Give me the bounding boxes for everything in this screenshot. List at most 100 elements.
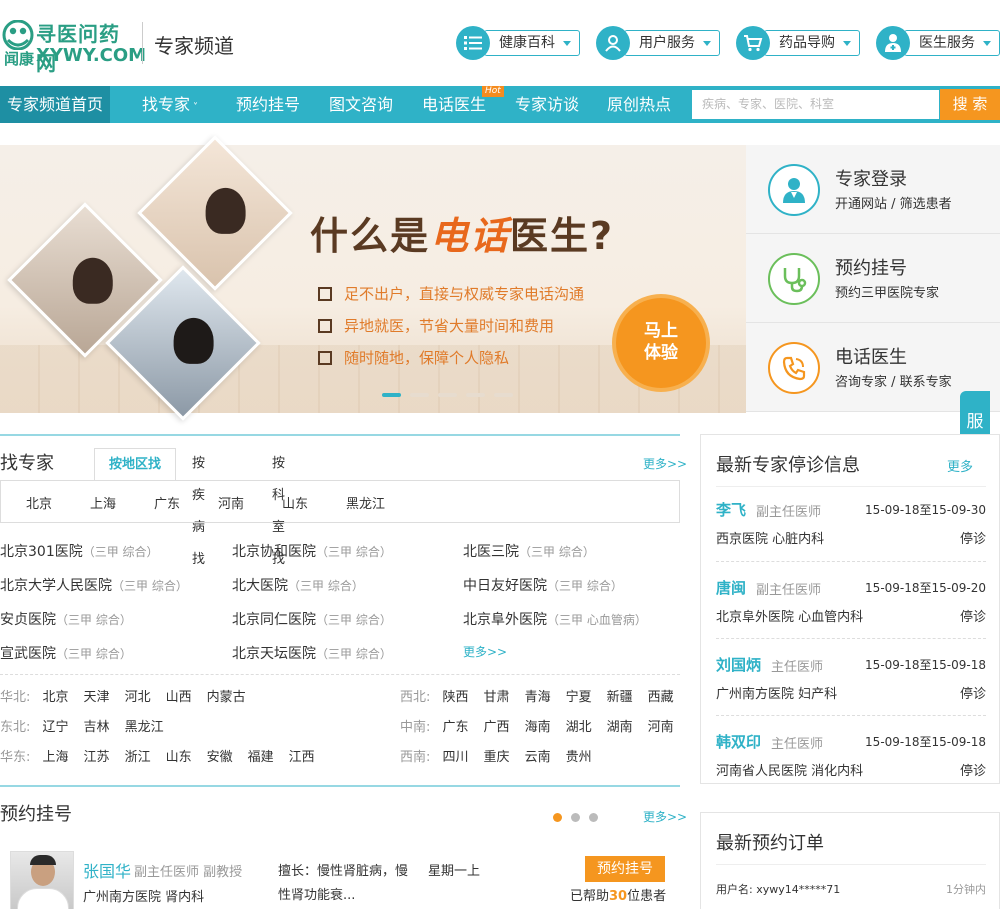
doctor-avatar[interactable] xyxy=(10,851,74,909)
area-city[interactable]: 海南 xyxy=(525,720,551,735)
quick-link-expert-login[interactable]: 专家登录 开通网站 / 筛选患者 xyxy=(746,145,1000,234)
nav-phone-doctor[interactable]: 电话医生 Hot xyxy=(422,86,504,123)
slider-dot[interactable] xyxy=(553,813,562,822)
find-more-link[interactable]: 更多>> xyxy=(643,455,687,472)
nav-find-expert[interactable]: 找专家 ˅ xyxy=(142,86,198,123)
helped-post: 位患者 xyxy=(627,889,667,904)
cta-line2: 体验 xyxy=(644,343,678,363)
menu-drug-shopping-button[interactable]: 药品导购 xyxy=(764,30,860,56)
area-city[interactable]: 广东 xyxy=(443,720,469,735)
search-button[interactable]: 搜 索 xyxy=(940,89,1000,120)
hospital-link[interactable]: 北京大学人民医院（三甲 综合） xyxy=(0,575,188,595)
area-city[interactable]: 福建 xyxy=(248,750,274,765)
area-city[interactable]: 青海 xyxy=(525,690,551,705)
tab-by-department[interactable]: 按科室找 xyxy=(272,448,285,567)
region-item[interactable]: 广东 xyxy=(154,493,180,512)
area-city[interactable]: 宁夏 xyxy=(566,690,592,705)
area-city[interactable]: 西藏 xyxy=(648,690,674,705)
area-city[interactable]: 浙江 xyxy=(125,750,151,765)
hospital-link[interactable]: 北京天坛医院（三甲 综合） xyxy=(232,643,392,663)
hospital-link[interactable]: 北京同仁医院（三甲 综合） xyxy=(232,609,392,629)
hospital-link[interactable]: 北大医院（三甲 综合） xyxy=(232,575,364,595)
quick-link-appointment[interactable]: 预约挂号 预约三甲医院专家 xyxy=(746,234,1000,323)
appointment-more-link[interactable]: 更多>> xyxy=(643,808,687,825)
area-city[interactable]: 辽宁 xyxy=(43,720,69,735)
stop-doctor-name[interactable]: 李飞 xyxy=(716,499,746,520)
hospital-link[interactable]: 北医三院（三甲 综合） xyxy=(463,541,595,561)
hospital-link[interactable]: 北京阜外医院（三甲 心血管病） xyxy=(463,609,647,629)
doctor-name[interactable]: 张国华 xyxy=(83,858,131,882)
hospital-link[interactable]: 中日友好医院（三甲 综合） xyxy=(463,575,623,595)
site-logo[interactable]: 寻医问药网 闻康 XYWY.COM xyxy=(2,18,146,75)
hospital-name: 北医三院 xyxy=(463,544,519,560)
appointment-title: 预约挂号 xyxy=(0,804,72,825)
area-city[interactable]: 河北 xyxy=(125,690,151,705)
banner-dot[interactable] xyxy=(382,393,401,397)
banner-dot[interactable] xyxy=(494,393,513,397)
area-city[interactable]: 北京 xyxy=(43,690,69,705)
banner-dot[interactable] xyxy=(438,393,457,397)
banner-dot[interactable] xyxy=(466,393,485,397)
menu-health-wiki-button[interactable]: 健康百科 xyxy=(484,30,580,56)
quick-link-title: 专家登录 xyxy=(835,169,907,190)
hospital-link[interactable]: 宣武医院（三甲 综合） xyxy=(0,643,132,663)
area-city[interactable]: 四川 xyxy=(443,750,469,765)
stop-info-more-link[interactable]: 更多 xyxy=(947,456,973,475)
area-city[interactable]: 贵州 xyxy=(566,750,592,765)
area-city[interactable]: 河南 xyxy=(648,720,674,735)
menu-doctor-service-button[interactable]: 医生服务 xyxy=(904,30,1000,56)
area-city[interactable]: 江苏 xyxy=(84,750,110,765)
nav-appointment[interactable]: 预约挂号 xyxy=(236,86,300,123)
area-city[interactable]: 广西 xyxy=(484,720,510,735)
nav-expert-interview[interactable]: 专家访谈 xyxy=(515,86,579,123)
latest-orders-title: 最新预约订单 xyxy=(716,833,824,854)
area-city[interactable]: 黑龙江 xyxy=(125,720,164,735)
region-item[interactable]: 黑龙江 xyxy=(346,493,385,512)
area-city[interactable]: 云南 xyxy=(525,750,551,765)
area-city[interactable]: 甘肃 xyxy=(484,690,510,705)
area-city[interactable]: 重庆 xyxy=(484,750,510,765)
book-appointment-button[interactable]: 预约挂号 xyxy=(585,856,665,882)
tab-by-disease[interactable]: 按疾病找 xyxy=(192,448,205,567)
area-city[interactable]: 吉林 xyxy=(84,720,110,735)
area-city[interactable]: 上海 xyxy=(43,750,69,765)
area-city[interactable]: 江西 xyxy=(289,750,315,765)
area-city[interactable]: 湖北 xyxy=(566,720,592,735)
stop-doctor-rank: 副主任医师 xyxy=(756,505,822,520)
tab-by-region[interactable]: 按地区找 xyxy=(94,448,176,481)
divider xyxy=(716,638,986,639)
search-input[interactable]: 疾病、专家、医院、科室 xyxy=(691,89,940,120)
slider-dot[interactable] xyxy=(589,813,598,822)
area-city[interactable]: 天津 xyxy=(84,690,110,705)
more-hospitals-link[interactable]: 更多>> xyxy=(463,643,507,660)
hospital-link[interactable]: 安贞医院（三甲 综合） xyxy=(0,609,132,629)
area-city[interactable]: 安徽 xyxy=(207,750,233,765)
slider-dot[interactable] xyxy=(571,813,580,822)
quick-link-subtitle: 开通网站 / 筛选患者 xyxy=(835,197,952,212)
area-city[interactable]: 新疆 xyxy=(607,690,633,705)
banner-dot[interactable] xyxy=(410,393,429,397)
menu-user-service-button[interactable]: 用户服务 xyxy=(624,30,720,56)
area-city[interactable]: 山西 xyxy=(166,690,192,705)
banner-title-accent: 电话 xyxy=(430,214,511,258)
stop-doctor-name[interactable]: 唐闽 xyxy=(716,577,746,598)
region-item[interactable]: 上海 xyxy=(90,493,116,512)
region-item[interactable]: 北京 xyxy=(26,493,52,512)
nav-text-consult[interactable]: 图文咨询 xyxy=(329,86,393,123)
menu-label: 医生服务 xyxy=(919,35,975,51)
area-city[interactable]: 陕西 xyxy=(443,690,469,705)
stop-info-title: 最新专家停诊信息 xyxy=(716,455,860,476)
nav-expert-home[interactable]: 专家频道首页 xyxy=(0,86,111,123)
hospital-link[interactable]: 北京301医院（三甲 综合） xyxy=(0,541,159,561)
nav-original-hot[interactable]: 原创热点 xyxy=(607,86,671,123)
stop-doctor-name[interactable]: 韩双印 xyxy=(716,731,761,752)
region-item[interactable]: 山东 xyxy=(282,493,308,512)
hospital-link[interactable]: 北京协和医院（三甲 综合） xyxy=(232,541,392,561)
area-city[interactable]: 湖南 xyxy=(607,720,633,735)
hospital-name: 安贞医院 xyxy=(0,612,56,628)
area-city[interactable]: 山东 xyxy=(166,750,192,765)
banner-try-now-button[interactable]: 马上 体验 xyxy=(616,298,706,388)
area-city[interactable]: 内蒙古 xyxy=(207,690,246,705)
stop-doctor-name[interactable]: 刘国炳 xyxy=(716,654,761,675)
region-item[interactable]: 河南 xyxy=(218,493,244,512)
